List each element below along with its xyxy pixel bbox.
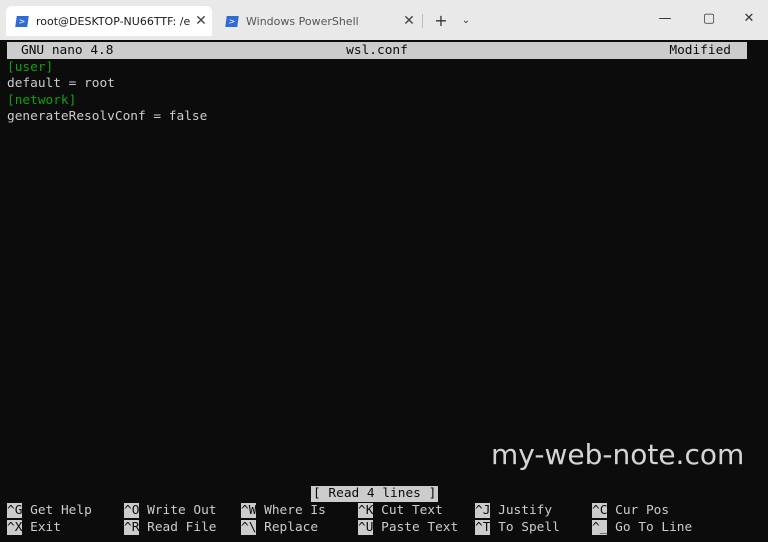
shortcut-cur-pos[interactable]: ^C Cur Pos bbox=[592, 502, 669, 519]
maximize-button[interactable]: ▢ bbox=[687, 4, 731, 32]
status-message: [ Read 4 lines ] bbox=[311, 486, 439, 502]
shortcut-label: Exit bbox=[30, 520, 61, 535]
title-bar: > root@DESKTOP-NU66TTF: /etc ✕ > Windows… bbox=[0, 0, 768, 40]
close-tab-icon[interactable]: ✕ bbox=[190, 13, 212, 29]
new-tab-button[interactable]: + bbox=[430, 9, 452, 31]
shortcut-where-is[interactable]: ^W Where Is bbox=[241, 502, 326, 519]
shortcut-key: ^K bbox=[358, 503, 374, 518]
shortcut-key: ^J bbox=[475, 503, 491, 518]
shortcut-label: Replace bbox=[264, 520, 319, 535]
file-line[interactable]: [user] bbox=[7, 59, 53, 76]
shortcut-to-spell[interactable]: ^T To Spell bbox=[475, 519, 560, 536]
shortcut-label: Read File bbox=[147, 520, 217, 535]
shortcut-key: ^C bbox=[592, 503, 608, 518]
shortcut-label: Paste Text bbox=[381, 520, 459, 535]
shortcut-label: Where Is bbox=[264, 503, 326, 518]
watermark: my-web-note.com bbox=[491, 438, 745, 471]
tab-ubuntu-root[interactable]: > root@DESKTOP-NU66TTF: /etc ✕ bbox=[6, 6, 212, 36]
tab-title: Windows PowerShell bbox=[246, 14, 359, 28]
shortcut-key: ^O bbox=[124, 503, 140, 518]
shortcut-key: ^X bbox=[7, 520, 23, 535]
close-tab-icon[interactable]: ✕ bbox=[398, 13, 420, 29]
shortcut-justify[interactable]: ^J Justify bbox=[475, 502, 552, 519]
file-line[interactable]: [network] bbox=[7, 92, 76, 109]
tab-separator bbox=[422, 14, 423, 28]
shortcut-cut-text[interactable]: ^K Cut Text bbox=[358, 502, 443, 519]
shortcut-label: Justify bbox=[498, 503, 553, 518]
shortcut-label: Write Out bbox=[147, 503, 217, 518]
shortcut-exit[interactable]: ^X Exit bbox=[7, 519, 61, 536]
powershell-icon: > bbox=[15, 15, 29, 27]
tab-dropdown-button[interactable]: ⌄ bbox=[456, 9, 476, 31]
shortcut-read-file[interactable]: ^R Read File bbox=[124, 519, 216, 536]
file-line[interactable]: generateResolvConf = false bbox=[7, 108, 207, 125]
terminal-area[interactable]: GNU nano 4.8 wsl.conf Modified [user] de… bbox=[0, 40, 768, 542]
shortcut-key: ^W bbox=[241, 503, 257, 518]
shortcut-key: ^R bbox=[124, 520, 140, 535]
powershell-icon: > bbox=[225, 15, 239, 27]
nano-filename: wsl.conf bbox=[346, 43, 408, 58]
close-window-button[interactable]: ✕ bbox=[727, 4, 768, 32]
shortcut-label: To Spell bbox=[498, 520, 560, 535]
shortcut-write-out[interactable]: ^O Write Out bbox=[124, 502, 216, 519]
nano-header-bar: GNU nano 4.8 wsl.conf Modified bbox=[7, 42, 747, 59]
shortcut-key: ^\ bbox=[241, 520, 257, 535]
shortcut-label: Get Help bbox=[30, 503, 92, 518]
shortcut-get-help[interactable]: ^G Get Help bbox=[7, 502, 92, 519]
minimize-button[interactable]: — bbox=[643, 4, 687, 32]
shortcut-paste-text[interactable]: ^U Paste Text bbox=[358, 519, 458, 536]
tab-windows-powershell[interactable]: > Windows PowerShell ✕ bbox=[216, 6, 420, 36]
file-line[interactable]: default = root bbox=[7, 75, 115, 92]
shortcut-label: Cur Pos bbox=[615, 503, 670, 518]
shortcut-replace[interactable]: ^\ Replace bbox=[241, 519, 318, 536]
tab-title: root@DESKTOP-NU66TTF: /etc bbox=[36, 14, 190, 28]
shortcut-go-to-line[interactable]: ^_ Go To Line bbox=[592, 519, 692, 536]
shortcut-key: ^U bbox=[358, 520, 374, 535]
shortcut-key: ^_ bbox=[592, 520, 608, 535]
shortcut-key: ^T bbox=[475, 520, 491, 535]
shortcut-key: ^G bbox=[7, 503, 23, 518]
nano-modified-flag: Modified bbox=[669, 43, 731, 58]
shortcut-label: Cut Text bbox=[381, 503, 443, 518]
shortcut-label: Go To Line bbox=[615, 520, 693, 535]
